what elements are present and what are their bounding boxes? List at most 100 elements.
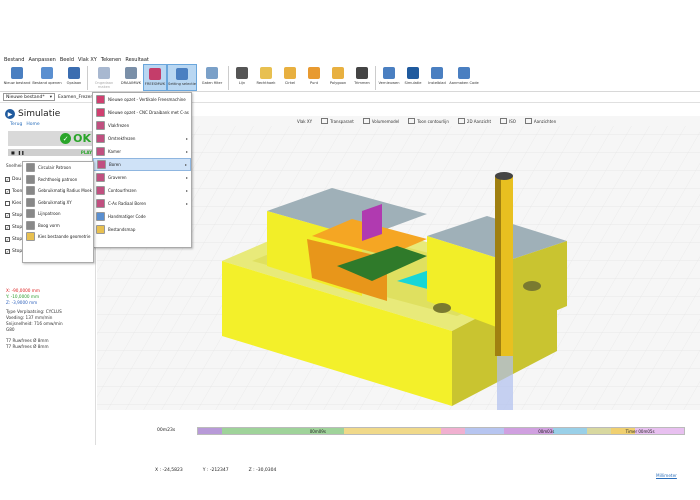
save-button[interactable]: Opslaan (62, 64, 86, 91)
menu2-item-0[interactable]: Circulair Patroon (23, 162, 93, 174)
ribbon-label: Cirkel (284, 81, 296, 85)
timeline: 00m23s 00m09s 00m03s Timer 00m05s (145, 426, 685, 435)
menu2-item-6[interactable]: Kies bestaande geometrie (23, 231, 93, 243)
home-link[interactable]: Home (26, 122, 39, 127)
timeline-segment[interactable] (440, 427, 466, 434)
option-3[interactable]: ✓ Stop (5, 213, 22, 218)
lathe-button[interactable]: DRAAIMWK (119, 64, 143, 91)
menu-item-label: Graveren (108, 175, 127, 180)
file-tab[interactable]: Examen_Frezen (58, 95, 93, 100)
timeline-segment[interactable] (586, 427, 612, 434)
grid-button[interactable]: Gaten filter (197, 64, 227, 91)
units-link[interactable]: Millimeter (656, 473, 677, 478)
menu1-item-1[interactable]: Nieuwe opzet - CNC Draaibank met C-as (93, 106, 191, 119)
menu2-item-5[interactable]: Boog vorm (23, 220, 93, 232)
stop-button[interactable]: ■ (11, 150, 15, 155)
point-icon (308, 67, 320, 79)
menu-3[interactable]: Vlak XY (78, 57, 97, 63)
checkbox[interactable]: ✓ (5, 213, 10, 218)
point-button[interactable]: Punt (302, 64, 326, 91)
status-z: Z : -30,0304 (248, 468, 277, 473)
option-1[interactable]: ✓ Toon (5, 189, 22, 194)
link-button[interactable]: Setting selectie (167, 64, 197, 91)
option-4[interactable]: ✓ Stop (5, 225, 22, 230)
info-feed: Voeding: 137 mm/min (6, 315, 53, 320)
code-button[interactable]: Aanmaken Code (449, 64, 479, 91)
menu2-item-3[interactable]: Gebruikmatig XY (23, 197, 93, 209)
operations-menu: Nieuwe opzet - Vertikale Freesmachine Nie… (92, 92, 192, 248)
circle-button[interactable]: Cirkel (278, 64, 302, 91)
checkbox[interactable] (5, 201, 10, 206)
pause-button[interactable]: ❚❚ (18, 150, 25, 155)
menu-5[interactable]: Resultaat (125, 57, 149, 63)
timeline-segment[interactable] (198, 427, 223, 434)
document-button[interactable]: Instelblad (425, 64, 449, 91)
menu1-item-8[interactable]: C-As Radiaal Boren ▸ (93, 197, 191, 210)
menu1-item-0[interactable]: Nieuwe opzet - Vertikale Freesmachine (93, 93, 191, 106)
play-button[interactable]: Simulatie (401, 64, 425, 91)
ribbon-label: Simulatie (404, 81, 422, 85)
open-folder-icon (41, 67, 53, 79)
menu2-item-2[interactable]: Gebruikmatig Radius Moek (23, 185, 93, 197)
playback-controls: ■ ❚❚ PLAY (8, 149, 94, 156)
timeline-start: 00m23s (157, 428, 176, 433)
open-folder-button[interactable]: Bestand openen (32, 64, 62, 91)
status-ok-box: ✓ OK (8, 131, 94, 146)
menu1-item-4[interactable]: Kamer ▸ (93, 145, 191, 158)
timeline-segment[interactable] (552, 427, 587, 434)
menu1-item-7[interactable]: Contourfrezen ▸ (93, 184, 191, 197)
rectangle-button[interactable]: Rechthoek (254, 64, 278, 91)
file-select[interactable]: Nieuwe bestand* ▾ (3, 93, 55, 101)
menu1-item-10[interactable]: Bestandsmap (93, 223, 191, 236)
option-0[interactable]: ✓ Dou (5, 177, 21, 182)
menu2-item-4[interactable]: Lijnpatroon (23, 208, 93, 220)
menu1-item-2[interactable]: Vlakfrezen (93, 119, 191, 132)
mill-button[interactable]: FREESMWK (143, 64, 167, 91)
menu-item-label: Lijnpatroon (38, 211, 61, 217)
menu1-item-6[interactable]: Graveren ▸ (93, 171, 191, 184)
coord-z: Z: -3,9000 mm (6, 300, 38, 305)
play-icon: ▶ (5, 109, 15, 119)
menu1-item-9[interactable]: Handmatiger Code (93, 210, 191, 223)
menu-item-label: Gebruikmatig Radius Moek (38, 188, 92, 194)
checkbox[interactable]: ✓ (5, 249, 10, 254)
ribbon-label: Vernieuwen (378, 81, 400, 85)
checkbox[interactable]: ✓ (5, 189, 10, 194)
menu2-item-1[interactable]: Rechthoeig patroon (23, 174, 93, 186)
menu-item-icon (26, 232, 35, 242)
timeline-segment[interactable] (343, 427, 441, 434)
drill-patterns-submenu: Circulair Patroon Rechthoeig patroon Gebru… (22, 161, 94, 263)
chevron-right-icon: ▸ (185, 188, 188, 193)
coord-x: X: -90,0000 mm (6, 288, 40, 293)
play-button[interactable]: PLAY (81, 150, 92, 155)
info-tool-2: T7 Ruwfrees Ø 8mm (6, 344, 49, 349)
timeline-time: Timer 00m05s (625, 428, 655, 434)
timeline-segment[interactable] (465, 427, 505, 434)
menu-item-label: Omtrekfrezen (108, 136, 136, 141)
document-icon (431, 67, 443, 79)
info-type: Type Verplaatsing: CYCLUS (6, 309, 62, 314)
line-icon (236, 67, 248, 79)
checkbox[interactable]: ✓ (5, 177, 10, 182)
menu-2[interactable]: Beeld (60, 57, 74, 63)
link-icon (176, 68, 188, 80)
refresh-button[interactable]: Vernieuwen (377, 64, 401, 91)
new-file-button[interactable]: Nieuw bestand (2, 64, 32, 91)
line-button[interactable]: Lijn (230, 64, 254, 91)
scissors-button[interactable]: Trimmen (350, 64, 374, 91)
menu-1[interactable]: Aanpassen (28, 57, 55, 63)
menu-item-label: Boren (109, 162, 121, 167)
timeline-bar[interactable]: 00m09s 00m03s Timer 00m05s (197, 426, 685, 435)
polygon-button[interactable]: Polygoon (326, 64, 350, 91)
checkbox[interactable]: ✓ (5, 237, 10, 242)
hole-2 (523, 281, 541, 291)
chevron-right-icon: ▸ (184, 162, 187, 167)
back-link[interactable]: Terug (10, 122, 22, 127)
menu-4[interactable]: Tekenen (101, 57, 122, 63)
menu-0[interactable]: Bestand (4, 57, 24, 63)
menu1-item-3[interactable]: Omtrekfrezen ▸ (93, 132, 191, 145)
menu1-item-5[interactable]: Boren ▸ (93, 158, 191, 171)
separator (375, 66, 376, 90)
undo-button[interactable]: Ongedaan maken (89, 64, 119, 91)
checkbox[interactable]: ✓ (5, 225, 10, 230)
